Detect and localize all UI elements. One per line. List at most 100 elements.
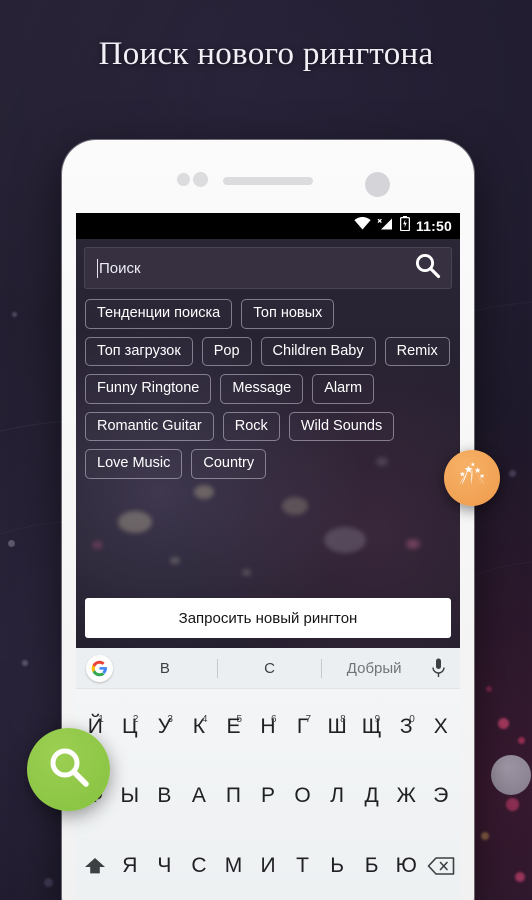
suggestion-bar: В С Добрый: [76, 648, 460, 689]
key[interactable]: Х: [423, 715, 458, 739]
sensor-icon: [177, 173, 190, 186]
signal-icon: [377, 217, 394, 236]
keyboard-row-3: Я Ч С М И Т Ь Б Ю: [78, 843, 458, 888]
tag-chip[interactable]: Pop: [201, 336, 252, 366]
key[interactable]: К4: [182, 714, 217, 739]
phone-top-bezel: [62, 140, 474, 213]
key[interactable]: З0: [389, 713, 424, 739]
background-bokeh: [486, 686, 492, 692]
key[interactable]: И: [251, 854, 286, 878]
key[interactable]: Д: [354, 784, 389, 808]
app-bokeh: [282, 497, 308, 515]
android-keyboard: В С Добрый Й1 Ц2 У3 К4 Е 5 Н 6 Г 7 Ш 8 Щ…: [76, 648, 460, 900]
key[interactable]: Ь: [320, 854, 355, 878]
tag-chip[interactable]: Топ загрузок: [85, 336, 193, 366]
key-label: Х: [433, 714, 448, 738]
app-bokeh: [118, 511, 152, 533]
firework-icon: [455, 459, 489, 498]
status-bar: 11:50: [76, 213, 460, 239]
app-bokeh: [242, 569, 251, 576]
tag-chip[interactable]: Топ новых: [241, 299, 335, 329]
tag-chip[interactable]: Тенденции поиска: [85, 299, 233, 329]
app-bokeh: [170, 557, 180, 564]
tag-chip[interactable]: Funny Ringtone: [85, 374, 212, 404]
key[interactable]: А: [182, 784, 217, 808]
key[interactable]: Л: [320, 784, 355, 808]
search-icon[interactable]: [414, 252, 441, 284]
key[interactable]: О: [285, 784, 320, 808]
key-number: 0: [409, 713, 415, 725]
background-bokeh: [44, 878, 53, 887]
earpiece-speaker: [223, 177, 313, 185]
key[interactable]: Ч: [147, 854, 182, 878]
search-bar-container: Поиск: [76, 239, 460, 289]
keyboard-row-1: Й1 Ц2 У3 К4 Е5 Н6 Г7 Ш8 Щ9 З0 Х: [78, 704, 458, 749]
key-number: 5: [236, 713, 243, 725]
key[interactable]: Р: [251, 784, 286, 808]
key[interactable]: Н6: [251, 713, 286, 739]
suggestion-item[interactable]: Добрый: [322, 660, 426, 677]
keyboard-row-2: Ф Ы В А П Р О Л Д Ж Э: [78, 774, 458, 819]
search-fab-button[interactable]: [27, 728, 110, 811]
app-content: Поиск Тенденции поиска Топ новых Топ заг…: [76, 239, 460, 648]
app-bokeh: [194, 485, 214, 499]
microphone-icon[interactable]: [426, 658, 450, 678]
key-number: 8: [340, 713, 346, 725]
key[interactable]: Т: [285, 854, 320, 878]
battery-icon: [399, 216, 411, 236]
key-number: 7: [305, 713, 312, 725]
shift-up-icon[interactable]: [78, 856, 113, 876]
phone-mockup: 11:50 Поиск Тенденции поиска Топ новых Т…: [62, 140, 474, 900]
key[interactable]: В: [147, 784, 182, 808]
app-bokeh: [324, 527, 366, 553]
background-bokeh: [498, 718, 509, 729]
app-bokeh: [406, 539, 420, 549]
tag-chip[interactable]: Children Baby: [260, 336, 376, 366]
key[interactable]: Э: [423, 784, 458, 808]
tag-chip[interactable]: Alarm: [312, 374, 375, 404]
app-bokeh: [92, 541, 103, 549]
tag-chip[interactable]: Romantic Guitar: [85, 411, 214, 441]
sparkle-fab-button[interactable]: [444, 450, 500, 506]
key[interactable]: С: [182, 854, 217, 878]
key[interactable]: Ц2: [113, 713, 148, 739]
tag-chip[interactable]: Love Music: [85, 449, 183, 479]
tag-chip[interactable]: Remix: [384, 336, 450, 366]
suggestion-item[interactable]: С: [218, 660, 322, 677]
google-g-icon[interactable]: [86, 654, 113, 682]
tag-list: Тенденции поиска Топ новых Топ загрузок …: [76, 289, 460, 479]
key[interactable]: Ы: [113, 784, 148, 808]
key[interactable]: М: [216, 854, 251, 878]
key[interactable]: Ш8: [320, 713, 355, 739]
key[interactable]: У3: [147, 713, 182, 739]
background-bokeh: [515, 872, 525, 882]
key[interactable]: Е5: [216, 713, 251, 739]
key[interactable]: Ю: [389, 854, 424, 878]
key-number: 3: [167, 713, 173, 725]
backspace-icon[interactable]: [423, 856, 458, 876]
key[interactable]: Г7: [285, 713, 320, 739]
request-ringtone-button[interactable]: Запросить новый рингтон: [85, 598, 451, 638]
background-bokeh: [506, 798, 519, 811]
page-title: Поиск нового рингтона: [98, 36, 434, 72]
tag-chip[interactable]: Country: [191, 449, 267, 479]
front-camera-icon: [365, 172, 390, 197]
search-input[interactable]: Поиск: [84, 247, 452, 289]
suggestion-item[interactable]: В: [113, 660, 217, 677]
key[interactable]: П: [216, 784, 251, 808]
text-caret: [97, 258, 98, 278]
background-bokeh: [481, 832, 489, 840]
background-bokeh: [509, 470, 516, 477]
key-number: 2: [132, 713, 139, 725]
tag-chip[interactable]: Wild Sounds: [288, 411, 395, 441]
key-number: 6: [271, 713, 277, 725]
key[interactable]: Я: [113, 854, 148, 878]
key[interactable]: Щ9: [354, 714, 389, 739]
key[interactable]: Б: [354, 854, 389, 878]
tag-chip[interactable]: Rock: [222, 411, 280, 441]
key[interactable]: Ж: [389, 784, 424, 808]
search-placeholder: Поиск: [99, 259, 141, 277]
background-disc: [8, 540, 15, 547]
key-number: 1: [98, 713, 104, 725]
tag-chip[interactable]: Message: [220, 374, 304, 404]
